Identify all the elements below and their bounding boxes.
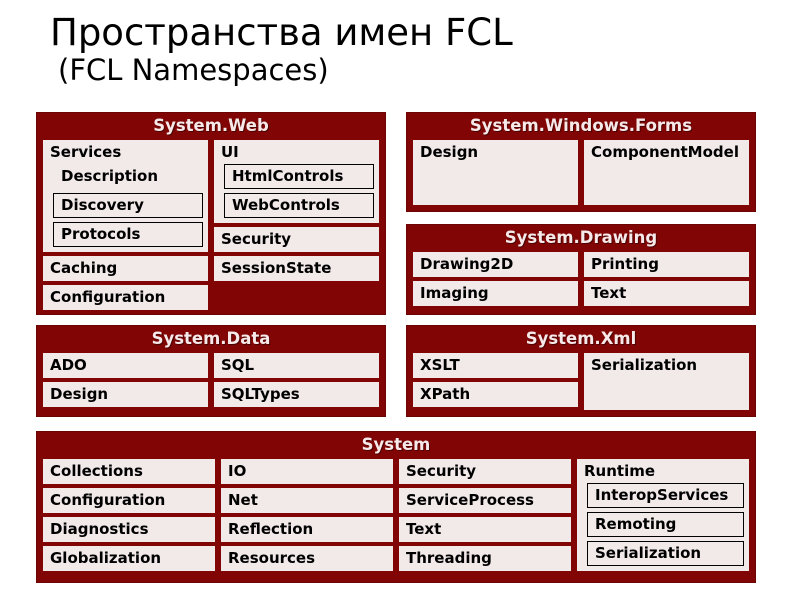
- block-column: Security ServiceProcess Text Threading: [399, 458, 571, 571]
- block-column: Printing Text: [584, 251, 749, 306]
- namespace-item[interactable]: SQLTypes: [214, 381, 379, 407]
- block-column: ComponentModel: [584, 139, 749, 205]
- block-column: Serialization: [584, 352, 749, 410]
- namespace-item[interactable]: WebControls: [224, 192, 374, 218]
- namespace-block-system: System Collections Configuration Diagnos…: [36, 431, 756, 583]
- block-columns: Services Description Discovery Protocols…: [37, 139, 385, 315]
- namespace-item[interactable]: Drawing2D: [413, 251, 578, 277]
- namespace-item[interactable]: SQL: [214, 352, 379, 378]
- namespace-item[interactable]: IO: [221, 458, 393, 484]
- page-title-russian: Пространства имен FCL: [50, 11, 513, 54]
- namespace-item[interactable]: ComponentModel: [584, 139, 749, 205]
- namespace-item[interactable]: HtmlControls: [224, 163, 374, 189]
- block-column: ADO Design: [43, 352, 208, 407]
- block-columns: Collections Configuration Diagnostics Gl…: [37, 458, 755, 576]
- namespace-item[interactable]: Printing: [584, 251, 749, 277]
- block-column: Runtime InteropServices Remoting Seriali…: [577, 458, 749, 571]
- namespace-item[interactable]: Remoting: [587, 511, 744, 537]
- namespace-item[interactable]: Threading: [399, 545, 571, 571]
- namespace-group-label: UI: [221, 142, 239, 161]
- slide-canvas: Пространства имен FCL (FCL Namespaces) S…: [0, 0, 800, 600]
- namespace-item[interactable]: Discovery: [53, 192, 203, 218]
- namespace-block-system-xml: System.Xml XSLT XPath Serialization: [406, 325, 756, 417]
- page-title-english: (FCL Namespaces): [58, 53, 329, 88]
- namespace-block-system-data: System.Data ADO Design SQL SQLTypes: [36, 325, 386, 417]
- block-title: System.Data: [151, 329, 271, 348]
- block-column: Drawing2D Imaging: [413, 251, 578, 306]
- block-title: System.Xml: [525, 329, 637, 348]
- namespace-item[interactable]: SessionState: [214, 255, 379, 281]
- block-columns: Drawing2D Imaging Printing Text: [407, 251, 755, 311]
- block-column: Services Description Discovery Protocols…: [43, 139, 208, 310]
- namespace-block-system-windows-forms: System.Windows.Forms Design ComponentMod…: [406, 112, 756, 212]
- namespace-item[interactable]: Design: [43, 381, 208, 407]
- namespace-item[interactable]: Security: [214, 226, 379, 252]
- namespace-group-runtime[interactable]: Runtime InteropServices Remoting Seriali…: [577, 458, 749, 571]
- block-columns: Design ComponentModel: [407, 139, 755, 210]
- namespace-item[interactable]: ADO: [43, 352, 208, 378]
- slide-title-area: Пространства имен FCL (FCL Namespaces): [0, 0, 800, 87]
- namespace-item[interactable]: Description: [53, 163, 203, 189]
- namespace-item[interactable]: Protocols: [53, 221, 203, 247]
- namespace-item[interactable]: Security: [399, 458, 571, 484]
- block-column: UI HtmlControls WebControls Security Ses…: [214, 139, 379, 310]
- namespace-item[interactable]: XPath: [413, 381, 578, 407]
- namespace-item[interactable]: Configuration: [43, 284, 208, 310]
- namespace-block-system-drawing: System.Drawing Drawing2D Imaging Printin…: [406, 224, 756, 315]
- namespace-group-label: Runtime: [584, 461, 656, 480]
- namespace-item[interactable]: InteropServices: [587, 482, 744, 508]
- namespace-item[interactable]: Diagnostics: [43, 516, 215, 542]
- block-column: Collections Configuration Diagnostics Gl…: [43, 458, 215, 571]
- block-column: Design: [413, 139, 578, 205]
- namespace-group-ui[interactable]: UI HtmlControls WebControls: [214, 139, 379, 223]
- namespace-item[interactable]: Net: [221, 487, 393, 513]
- block-columns: ADO Design SQL SQLTypes: [37, 352, 385, 412]
- block-column: XSLT XPath: [413, 352, 578, 410]
- namespace-item[interactable]: XSLT: [413, 352, 578, 378]
- namespace-group-services[interactable]: Services Description Discovery Protocols: [43, 139, 208, 252]
- namespace-block-system-web: System.Web Services Description Discover…: [36, 112, 386, 315]
- namespace-item[interactable]: Reflection: [221, 516, 393, 542]
- namespace-item[interactable]: Design: [413, 139, 578, 205]
- namespace-item[interactable]: Caching: [43, 255, 208, 281]
- block-column: SQL SQLTypes: [214, 352, 379, 407]
- namespace-item[interactable]: Imaging: [413, 280, 578, 306]
- block-title: System.Drawing: [504, 228, 658, 247]
- namespace-item[interactable]: Serialization: [587, 540, 744, 566]
- namespace-item[interactable]: Resources: [221, 545, 393, 571]
- namespace-item[interactable]: ServiceProcess: [399, 487, 571, 513]
- block-columns: XSLT XPath Serialization: [407, 352, 755, 415]
- namespace-group-label: Services: [50, 142, 122, 161]
- block-title: System.Web: [153, 116, 269, 135]
- namespace-item[interactable]: Text: [399, 516, 571, 542]
- namespace-item[interactable]: Serialization: [584, 352, 749, 410]
- block-title: System: [361, 435, 431, 454]
- namespace-item[interactable]: Collections: [43, 458, 215, 484]
- namespace-item[interactable]: Text: [584, 280, 749, 306]
- block-column: IO Net Reflection Resources: [221, 458, 393, 571]
- namespace-item[interactable]: Configuration: [43, 487, 215, 513]
- block-title: System.Windows.Forms: [469, 116, 693, 135]
- namespace-item[interactable]: Globalization: [43, 545, 215, 571]
